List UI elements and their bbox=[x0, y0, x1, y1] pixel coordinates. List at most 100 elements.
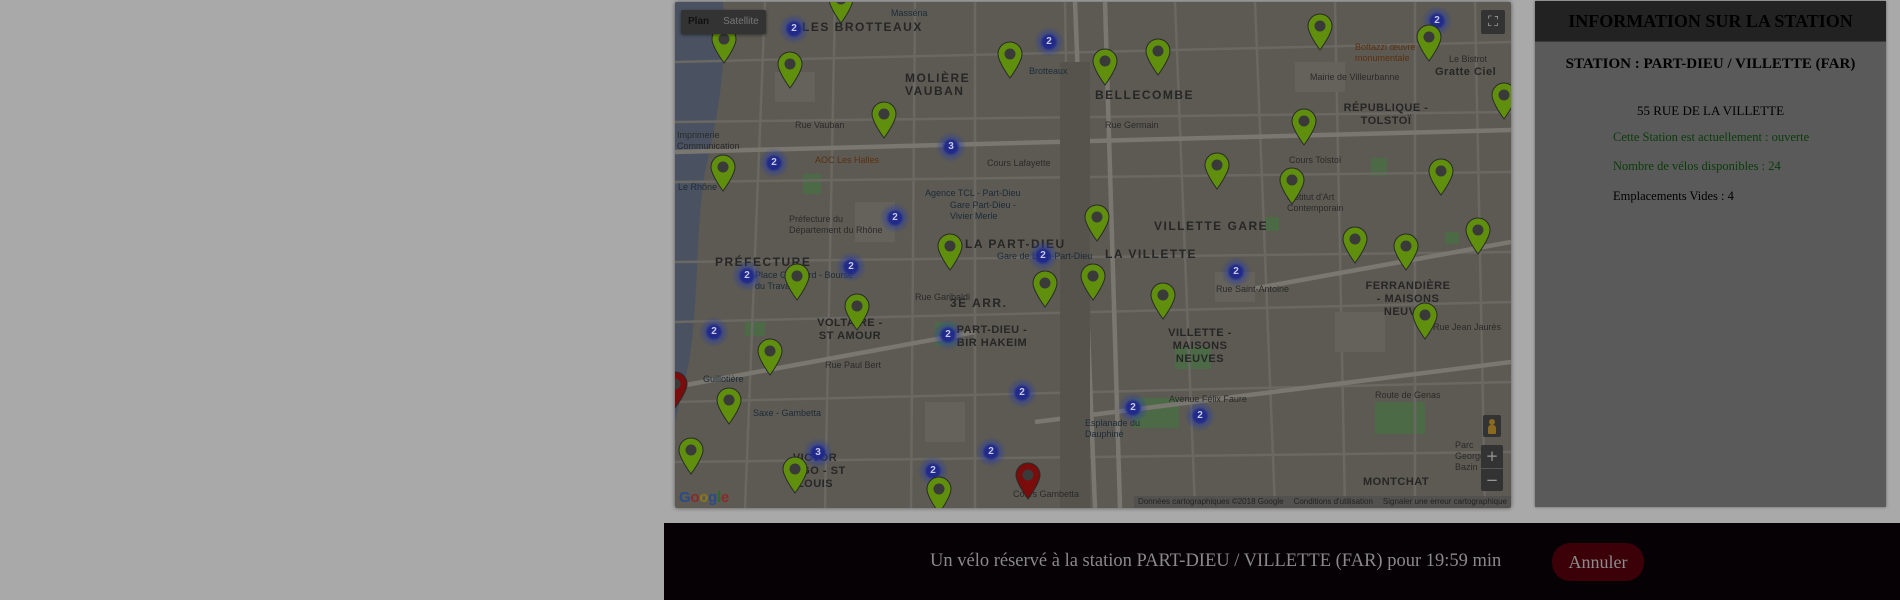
map-label-moliere-vauban: MOLIÈRE VAUBAN bbox=[905, 71, 971, 98]
map-pin-icon[interactable] bbox=[1342, 226, 1368, 264]
map-label-la-villette: LA VILLETTE bbox=[1105, 247, 1198, 261]
zoom-control[interactable]: + − bbox=[1481, 445, 1503, 491]
station-cluster[interactable]: 2 bbox=[1007, 378, 1037, 408]
map-type-satellite[interactable]: Satellite bbox=[716, 10, 766, 34]
map-label-villette-gare: VILLETTE GARE bbox=[1154, 219, 1269, 233]
station-cluster[interactable]: 2 bbox=[1034, 27, 1064, 57]
map-pin-icon[interactable] bbox=[1491, 82, 1511, 120]
station-cluster[interactable]: 2 bbox=[759, 148, 789, 178]
map-label-agence-tcl: Agence TCL - Part-Dieu bbox=[925, 188, 1021, 198]
station-info-panel: INFORMATION SUR LA STATION STATION : PAR… bbox=[1535, 1, 1886, 507]
map-label-rue-saint-antoine: Rue Saint-Antoine bbox=[1216, 284, 1290, 294]
map-pin-icon[interactable] bbox=[1150, 282, 1176, 320]
map-label-route-genas: Route de Genas bbox=[1375, 390, 1441, 400]
map-label-rue-garibaldi: Rue Garibaldi bbox=[915, 292, 971, 302]
map-label-rue-germain: Rue Germain bbox=[1105, 120, 1159, 130]
map-pin-icon[interactable] bbox=[1428, 158, 1454, 196]
map-pin-icon[interactable] bbox=[757, 338, 783, 376]
map-label-jean-jaures: Rue Jean Jaurès bbox=[1433, 322, 1502, 332]
reservation-message: Un vélo réservé à la station PART-DIEU /… bbox=[930, 551, 1502, 571]
map-label-saxe-gambetta: Saxe - Gambetta bbox=[753, 408, 822, 418]
map-pin-icon[interactable] bbox=[710, 154, 736, 192]
station-cluster[interactable]: 2 bbox=[1221, 257, 1251, 287]
map-label-guillotiere: Guillotière bbox=[703, 374, 744, 384]
map-pin-icon[interactable] bbox=[1032, 270, 1058, 308]
map-pin-icon[interactable] bbox=[1204, 152, 1230, 190]
map-pin-icon[interactable] bbox=[1412, 302, 1438, 340]
map-pin-icon[interactable] bbox=[1307, 13, 1333, 51]
map-label-bellecombe: BELLECOMBE bbox=[1095, 88, 1194, 102]
map-pin-icon[interactable] bbox=[782, 456, 808, 494]
map-label-imprimerie: Imprimerie Communication bbox=[677, 130, 740, 151]
map-pin-icon[interactable] bbox=[828, 2, 854, 24]
station-cluster[interactable]: 2 bbox=[933, 320, 963, 350]
fullscreen-icon[interactable]: ⛶ bbox=[1481, 10, 1505, 34]
station-cluster[interactable]: 3 bbox=[936, 132, 966, 162]
station-cluster[interactable]: 2 bbox=[1028, 241, 1058, 271]
map-pin-icon[interactable] bbox=[1416, 24, 1442, 62]
map-attribution: Données cartographiques ©2018 Google Con… bbox=[1134, 496, 1511, 508]
map-label-gratte-ciel: Gratte Ciel bbox=[1435, 66, 1497, 78]
map-label-cours-tolstoi: Cours Tolstoï bbox=[1289, 155, 1342, 165]
station-address: 55 RUE DE LA VILLETTE bbox=[1636, 103, 1785, 118]
reservation-bar: Un vélo réservé à la station PART-DIEU /… bbox=[664, 523, 1900, 600]
map-label-ferrandiere: FERRANDIÈRE - MAISONS NEUVES bbox=[1365, 280, 1451, 318]
station-name: STATION : PART-DIEU / VILLETTE (FAR) bbox=[1565, 56, 1856, 72]
station-cluster[interactable]: 2 bbox=[976, 437, 1006, 467]
map-label-brotteaux: LES BROTTEAUX bbox=[802, 20, 923, 34]
station-cluster[interactable]: 2 bbox=[732, 261, 762, 291]
map-label-republique: RÉPUBLIQUE - TOLSTOÏ bbox=[1343, 102, 1429, 127]
map-label-massena: Masséna bbox=[891, 8, 928, 18]
map-label-le-bistrot: Le Bistrot bbox=[1449, 54, 1488, 64]
map-pin-icon[interactable] bbox=[675, 371, 688, 409]
map-pin-icon[interactable] bbox=[716, 387, 742, 425]
station-map[interactable]: LES BROTTEAUX MOLIÈRE VAUBAN BELLECOMBE … bbox=[675, 2, 1511, 508]
map-pin-icon[interactable] bbox=[1145, 38, 1171, 76]
map-pin-icon[interactable] bbox=[937, 233, 963, 271]
map-pin-icon[interactable] bbox=[1080, 263, 1106, 301]
map-pin-icon[interactable] bbox=[777, 51, 803, 89]
pegman-icon[interactable] bbox=[1483, 415, 1501, 437]
map-type-control[interactable]: Plan Satellite bbox=[681, 10, 766, 34]
map-pin-icon[interactable] bbox=[844, 293, 870, 331]
map-label-mairie: Mairie de Villeurbanne bbox=[1310, 72, 1400, 82]
map-pin-icon[interactable] bbox=[1084, 204, 1110, 242]
map-pin-icon[interactable] bbox=[1291, 108, 1317, 146]
station-bikes-available: Nombre de vélos disponibles : 24 bbox=[1613, 159, 1781, 173]
map-label-villette-maisons-neuves: VILLETTE - MAISONS NEUVES bbox=[1168, 327, 1232, 365]
map-report-link[interactable]: Signaler une erreur cartographique bbox=[1383, 496, 1507, 508]
map-label-gare-vivier: Gare Part-Dieu - Vivier Merle bbox=[950, 200, 1017, 221]
zoom-out-icon[interactable]: − bbox=[1481, 469, 1503, 492]
map-label-prefecture-rhone: Préfecture du Département du Rhône bbox=[789, 214, 883, 235]
map-label-rue-paul-bert: Rue Paul Bert bbox=[825, 360, 882, 370]
map-terms-link[interactable]: Conditions d'utilisation bbox=[1294, 496, 1373, 508]
station-info-header: INFORMATION SUR LA STATION bbox=[1535, 1, 1886, 42]
station-status: Cette Station est actuellement : ouverte bbox=[1613, 130, 1810, 144]
station-empty-slots: Emplacements Vides : 4 bbox=[1613, 189, 1734, 203]
station-cluster[interactable]: 2 bbox=[1118, 393, 1148, 423]
map-label-rue-vauban: Rue Vauban bbox=[795, 120, 845, 130]
map-pin-icon[interactable] bbox=[871, 101, 897, 139]
google-logo: Google bbox=[679, 489, 729, 506]
map-pin-icon[interactable] bbox=[678, 437, 704, 475]
map-pin-icon[interactable] bbox=[997, 41, 1023, 79]
zoom-in-icon[interactable]: + bbox=[1481, 445, 1503, 469]
station-cluster[interactable]: 2 bbox=[779, 14, 809, 44]
map-pin-icon[interactable] bbox=[784, 263, 810, 301]
map-label-montchat: MONTCHAT bbox=[1363, 476, 1430, 488]
station-cluster[interactable]: 2 bbox=[836, 252, 866, 282]
map-pin-icon[interactable] bbox=[1279, 167, 1305, 205]
map-label-cours-lafayette: Cours Lafayette bbox=[987, 158, 1051, 168]
map-pin-icon[interactable] bbox=[1015, 462, 1041, 500]
station-cluster[interactable]: 2 bbox=[1185, 401, 1215, 431]
map-label-aoc-halles: AOC Les Halles bbox=[815, 155, 880, 165]
map-pin-icon[interactable] bbox=[1092, 48, 1118, 86]
map-pin-icon[interactable] bbox=[1393, 233, 1419, 271]
map-type-plan[interactable]: Plan bbox=[681, 10, 716, 34]
station-cluster[interactable]: 2 bbox=[699, 317, 729, 347]
map-pin-icon[interactable] bbox=[926, 476, 952, 508]
map-pin-icon[interactable] bbox=[1465, 217, 1491, 255]
map-label-brotteaux-metro: Brotteaux bbox=[1029, 66, 1068, 76]
station-cluster[interactable]: 2 bbox=[880, 203, 910, 233]
cancel-reservation-button[interactable]: Annuler bbox=[1552, 543, 1644, 581]
